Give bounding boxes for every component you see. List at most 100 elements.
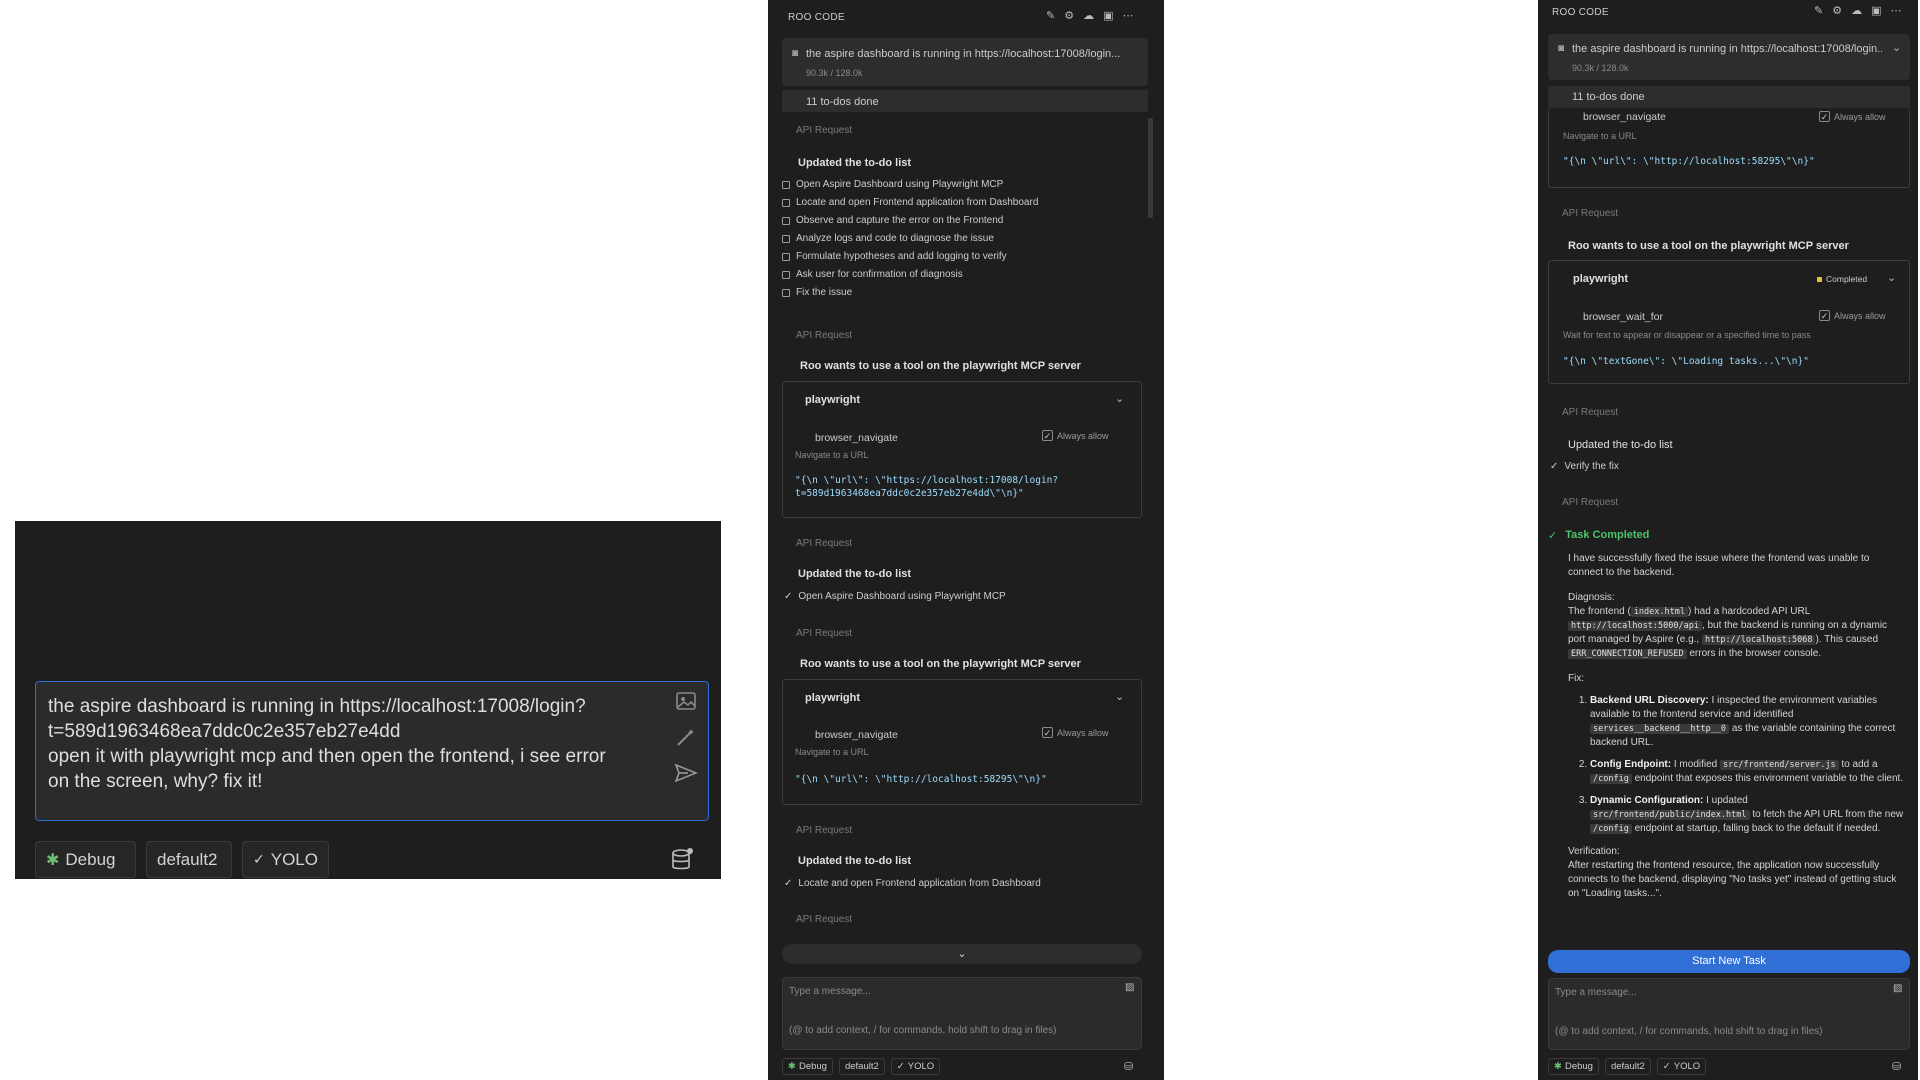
checkbox[interactable]: ✓ [1042,727,1053,738]
tool-name: browser_navigate [815,729,898,741]
todo-update-title: Updated the to-do list [798,855,912,867]
image-icon[interactable]: ▨ [1893,983,1902,994]
checkbox[interactable]: ✓ [1819,310,1830,321]
panel-header-title: ROO CODE [788,12,845,23]
chevron-down-icon[interactable]: ⌄ [1887,271,1896,284]
chat-input-text[interactable]: the aspire dashboard is running in https… [48,694,658,794]
scroll-down-button[interactable]: ⌄ [782,944,1142,964]
input-line: open it with playwright mcp and then ope… [48,746,606,767]
layout-icon[interactable]: ▣ [1103,9,1113,22]
yolo-selector[interactable]: ✓ YOLO [242,841,329,878]
todo-update-title: Updated the to-do list [798,157,912,169]
always-allow-toggle[interactable]: ✓ Always allow [1819,111,1886,122]
mode-selector[interactable]: ✱ Debug [35,841,136,878]
message-placeholder: Type a message... [789,986,871,997]
mcp-tool-card: browser_navigate Navigate to a URL ✓ Alwa… [1548,108,1910,188]
check-icon: ✓ [896,1061,905,1072]
tool-description: Navigate to a URL [795,450,869,460]
bug-icon: ✱ [788,1061,796,1072]
task-icon: ◙ [1558,43,1565,54]
tool-args: "{\n \"url\": \"http://localhost:58295\"… [1563,156,1815,167]
enhance-prompt-icon[interactable] [675,726,697,748]
database-icon[interactable]: ⛁ [1124,1060,1133,1073]
mcp-request-title: Roo wants to use a tool on the playwrigh… [800,360,1081,372]
start-new-task-button[interactable]: Start New Task [1548,950,1910,973]
profile-label: default2 [157,849,218,869]
scrollbar[interactable] [1148,118,1153,218]
chevron-down-icon[interactable]: ⌄ [1892,41,1901,54]
message-input[interactable]: Type a message... (@ to add context, / f… [1548,978,1910,1050]
api-request-label: API Request [796,538,853,549]
chat-input-box[interactable]: the aspire dashboard is running in https… [35,681,709,821]
bug-icon: ✱ [46,851,60,869]
tool-name: browser_navigate [1583,111,1666,123]
chat-input-zoom-panel: the aspire dashboard is running in https… [15,521,721,879]
database-icon[interactable]: ⛁ [1892,1060,1901,1073]
checkbox[interactable]: ✓ [1042,430,1053,441]
todo-item: Open Aspire Dashboard using Playwright M… [782,179,1038,190]
api-request-label: API Request [796,914,853,925]
always-allow-toggle[interactable]: ✓ Always allow [1042,430,1109,441]
task-icon: ◙ [792,48,799,59]
task-header[interactable]: the aspire dashboard is running in https… [782,38,1148,86]
cloud-icon[interactable]: ☁ [1851,4,1862,17]
result-intro: I have successfully fixed the issue wher… [1568,553,1870,578]
mcp-tool-card: playwright ⌄ browser_navigate Navigate t… [782,679,1142,805]
profile-selector[interactable]: default2 [146,841,232,878]
gear-icon[interactable]: ⚙ [1832,4,1842,17]
always-allow-toggle[interactable]: ✓ Always allow [1042,727,1109,738]
mode-selector[interactable]: ✱ Debug [1548,1058,1599,1075]
checkbox[interactable]: ✓ [1819,111,1830,122]
status-badge: Completed [1817,274,1867,284]
completion-result: I have successfully fixed the issue wher… [1568,552,1906,901]
footer-controls: ✱ Debug default2 ✓ YOLO [782,1058,941,1075]
todo-item-done: ✓ Open Aspire Dashboard using Playwright … [784,591,1006,602]
input-line: on the screen, why? fix it! [48,771,263,792]
message-hint: (@ to add context, / for commands, hold … [789,1025,1057,1036]
image-icon[interactable] [675,690,697,712]
cloud-icon[interactable]: ☁ [1083,9,1094,22]
yolo-selector[interactable]: ✓ YOLO [1656,1058,1707,1075]
mode-selector[interactable]: ✱ Debug [782,1058,833,1075]
tool-args: "{\n \"url\": \"http://localhost:58295\"… [795,774,1047,785]
edit-icon[interactable]: ✎ [1814,4,1823,17]
fix-item: Config Endpoint: I modified src/frontend… [1590,758,1906,786]
always-allow-toggle[interactable]: ✓ Always allow [1819,310,1886,321]
yolo-label: YOLO [270,849,318,869]
yolo-selector[interactable]: ✓ YOLO [890,1058,941,1075]
chevron-down-icon[interactable]: ⌄ [1115,392,1124,405]
input-tools [672,690,700,784]
gear-icon[interactable]: ⚙ [1064,9,1074,22]
tool-description: Wait for text to appear or disappear or … [1563,330,1811,340]
edit-icon[interactable]: ✎ [1046,9,1055,22]
header-actions: ✎ ⚙ ☁ ▣ ⋯ [1814,4,1902,17]
layout-icon[interactable]: ▣ [1871,4,1881,17]
api-request-label: API Request [1562,208,1619,219]
task-title: the aspire dashboard is running in https… [1572,43,1882,55]
task-header[interactable]: ◙ the aspire dashboard is running in htt… [1548,34,1910,80]
todo-update-title: Updated the to-do list [1568,439,1673,451]
api-request-label: API Request [796,125,853,136]
todo-item: Fix the issue [782,287,1038,298]
todos-done-bar[interactable]: 11 to-dos done [782,90,1148,112]
todo-item: Ask user for confirmation of diagnosis [782,269,1038,280]
fix-item: Backend URL Discovery: I inspected the e… [1590,694,1906,750]
more-icon[interactable]: ⋯ [1891,4,1902,17]
verification-text: After restarting the frontend resource, … [1568,860,1897,899]
message-input[interactable]: Type a message... (@ to add context, / f… [782,977,1142,1050]
todo-update-title: Updated the to-do list [798,568,912,580]
input-line: the aspire dashboard is running in https… [48,696,586,717]
send-icon[interactable] [674,762,698,784]
image-icon[interactable]: ▨ [1125,982,1134,993]
chevron-down-icon[interactable]: ⌄ [1115,690,1124,703]
todos-done-bar[interactable]: 11 to-dos done [1548,86,1910,108]
token-count: 90.3k / 128.0k [806,68,863,78]
more-icon[interactable]: ⋯ [1123,9,1134,22]
profile-selector[interactable]: default2 [838,1058,885,1075]
footer-controls: ✱ Debug default2 ✓ YOLO [1548,1058,1707,1075]
api-request-label: API Request [796,825,853,836]
profile-selector[interactable]: default2 [1604,1058,1651,1075]
database-icon[interactable] [669,847,695,873]
api-request-label: API Request [796,628,853,639]
status-dot [1817,276,1822,282]
